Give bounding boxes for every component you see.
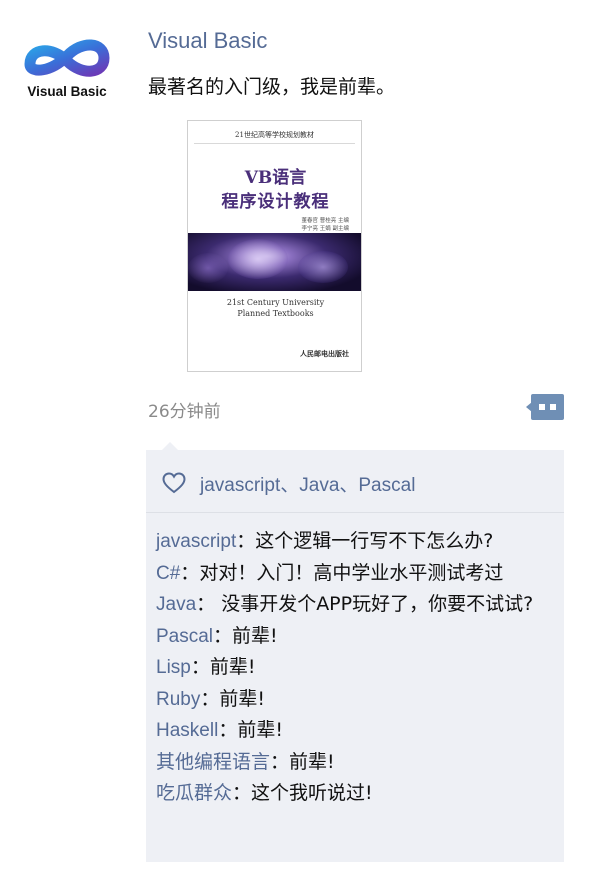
comment-author[interactable]: 吃瓜群众 [156, 783, 232, 804]
comment-item[interactable]: Haskell：前辈! [156, 715, 554, 747]
comment-item[interactable]: javascript：这个逻辑一行写不下怎么办? [156, 526, 554, 558]
book-authors-line1: 董春官 曹桂亮 主编 [301, 218, 350, 224]
book-english-line2: Planned Textbooks [237, 309, 314, 318]
comment-author[interactable]: Ruby [156, 689, 200, 710]
book-publisher: 人民邮电出版社 [300, 350, 349, 358]
comment-text: 前辈! [232, 624, 278, 647]
comment-author[interactable]: Java [156, 594, 196, 615]
comment-menu-button[interactable] [526, 394, 564, 420]
book-cover-photo [188, 233, 361, 291]
comment-text: 前辈! [209, 656, 256, 678]
comment-text: 前辈! [289, 750, 335, 773]
post-time: 26分钟前 [148, 402, 221, 422]
post-username[interactable]: Visual Basic [148, 28, 267, 54]
comment-list: javascript：这个逻辑一行写不下怎么办? C#：对对！入门！高中学业水平… [156, 526, 554, 810]
comment-item[interactable]: C#：对对！入门！高中学业水平测试考过 [156, 558, 554, 590]
comment-dots-icon [526, 394, 564, 420]
book-authors-line2: 李宁亮 王娟 副主编 [301, 226, 350, 232]
avatar[interactable]: Visual Basic [20, 26, 114, 106]
likes-names[interactable]: javascript、Java、Pascal [200, 470, 415, 497]
book-title-line1: VB语言 [244, 168, 307, 188]
book-english-line1: 21st Century University [226, 298, 325, 307]
comment-item[interactable]: Java： 没事开发个APP玩好了，你要不试试? [156, 589, 554, 621]
comment-item[interactable]: Lisp：前辈! [156, 652, 554, 684]
likes-row: javascript、Java、Pascal [162, 470, 415, 496]
book-authors: 董春官 曹桂亮 主编 李宁亮 王娟 副主编 [302, 217, 350, 233]
comment-item[interactable]: 吃瓜群众：这个我听说过! [156, 778, 554, 810]
comment-text: 对对！入门！高中学业水平测试考过 [199, 561, 504, 584]
interaction-panel: javascript、Java、Pascal javascript：这个逻辑一行… [146, 442, 564, 862]
comment-author[interactable]: javascript [156, 531, 236, 552]
book-english-title: 21st Century University Planned Textbook… [188, 297, 361, 319]
book-series: 21世纪高等学校规划教材 [194, 127, 355, 144]
comment-text: 前辈! [219, 687, 265, 710]
post-image-book-cover[interactable]: 21世纪高等学校规划教材 VB语言 程序设计教程 董春官 曹桂亮 主编 李宁亮 … [187, 120, 362, 372]
comment-text: 这个我听说过! [251, 782, 373, 804]
avatar-logo-text: Visual Basic [27, 84, 107, 99]
comment-text: 这个逻辑一行写不下怎么办? [255, 530, 494, 552]
comment-text: 没事开发个APP玩好了，你要不试试? [221, 593, 534, 615]
comment-item[interactable]: Ruby：前辈! [156, 684, 554, 716]
comment-item[interactable]: Pascal：前辈! [156, 621, 554, 653]
heart-icon [162, 472, 186, 494]
comment-text: 前辈! [237, 719, 283, 741]
comment-author[interactable]: Haskell [156, 720, 218, 741]
visual-basic-logo-icon [24, 39, 110, 77]
comment-item[interactable]: 其他编程语言：前辈! [156, 747, 554, 779]
comment-author[interactable]: 其他编程语言 [156, 752, 270, 773]
comment-author[interactable]: Lisp [156, 657, 191, 678]
comment-author[interactable]: Pascal [156, 626, 213, 647]
post-text: 最著名的入门级，我是前辈。 [148, 76, 396, 98]
book-title-line2: 程序设计教程 [221, 192, 330, 212]
comment-author[interactable]: C# [156, 563, 180, 584]
divider [146, 512, 564, 513]
